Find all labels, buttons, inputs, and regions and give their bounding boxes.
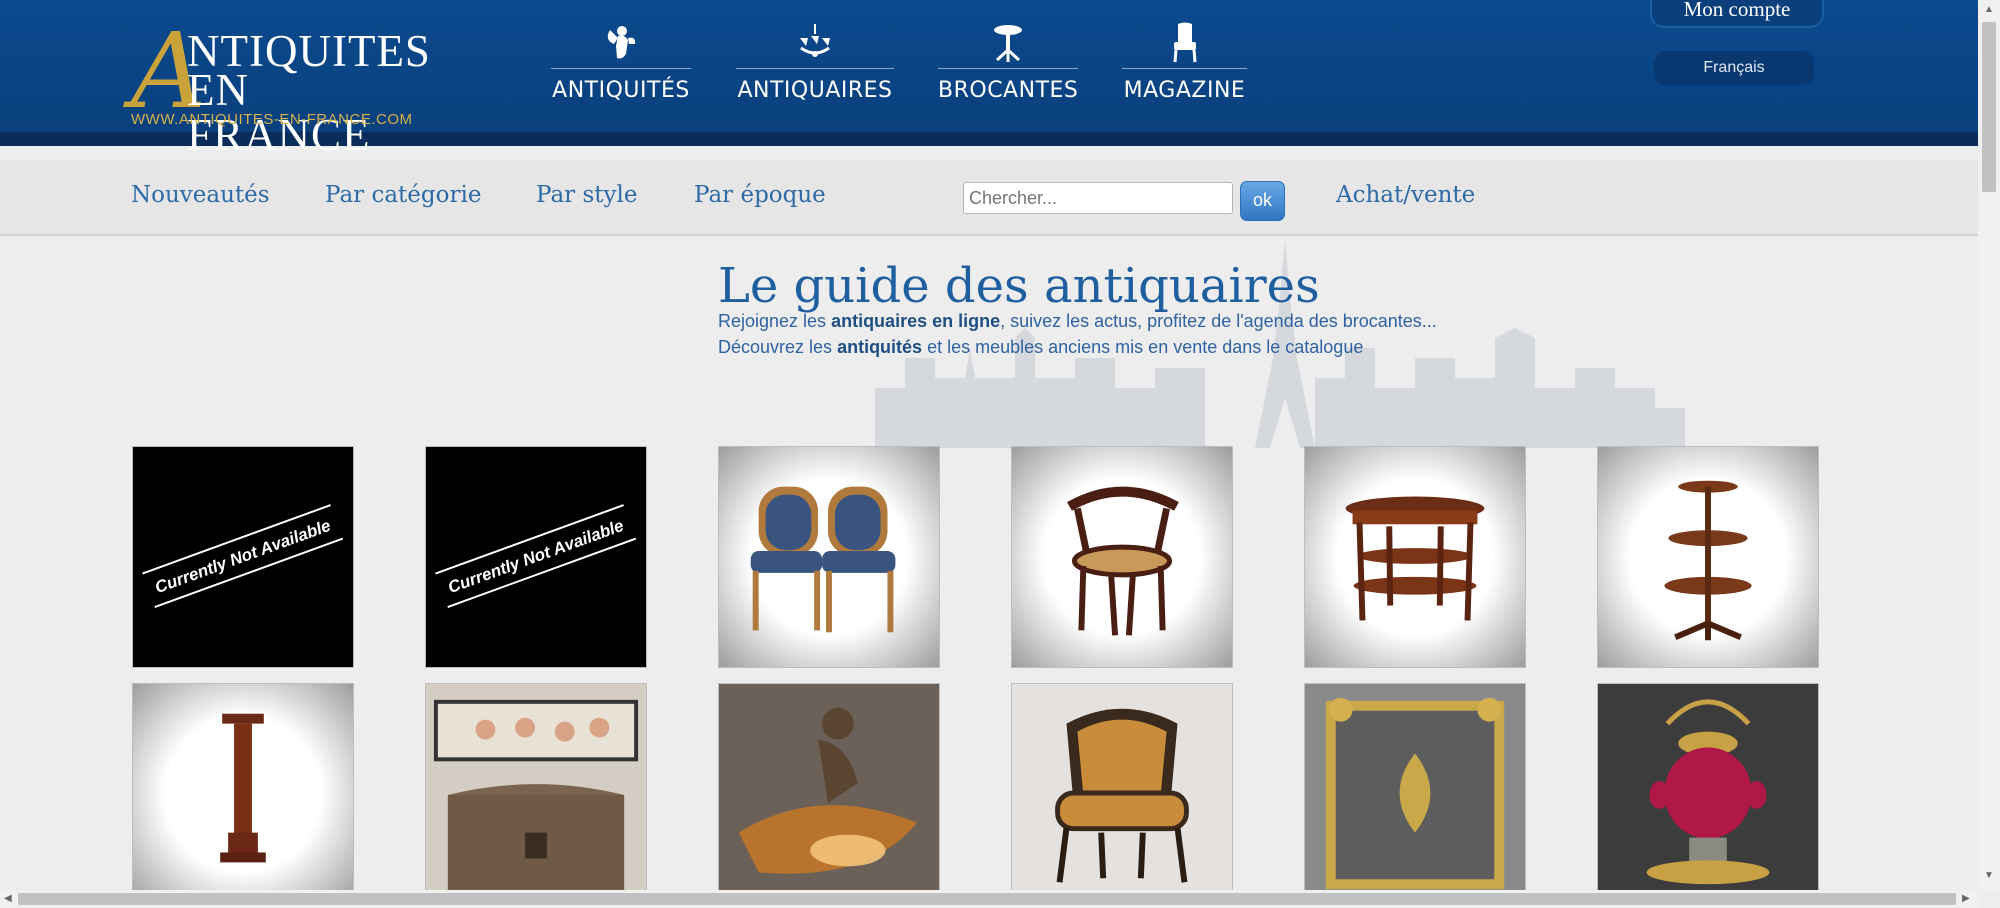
unavailable-placeholder: Currently Not Available bbox=[142, 504, 344, 608]
chandelier-icon bbox=[800, 24, 830, 57]
leather-armchair-image bbox=[1055, 708, 1189, 883]
account-button[interactable]: Mon compte bbox=[1650, 0, 1824, 28]
product-tile-column[interactable] bbox=[132, 683, 354, 905]
bronze-lamp-image bbox=[738, 707, 918, 874]
scroll-left-arrow-icon[interactable]: ◀ bbox=[4, 893, 12, 904]
subnav-par-epoque[interactable]: Par époque bbox=[694, 182, 826, 208]
dumbwaiter-image bbox=[1664, 480, 1752, 641]
nav-magazine[interactable]: MAGAZINE bbox=[1122, 22, 1247, 112]
nav-label: ANTIQUAIRES bbox=[737, 78, 893, 103]
vertical-scroll-thumb[interactable] bbox=[1982, 22, 1996, 192]
product-tile-tea-urn[interactable] bbox=[1597, 683, 1819, 905]
unavailable-placeholder: Currently Not Available bbox=[435, 504, 637, 608]
product-tile-unavailable[interactable]: Currently Not Available bbox=[425, 446, 647, 668]
logo-url: WWW.ANTIQUITES-EN-FRANCE.COM bbox=[131, 111, 413, 128]
product-tile-unavailable[interactable]: Currently Not Available bbox=[132, 446, 354, 668]
oval-table-image bbox=[1345, 496, 1485, 621]
language-selector[interactable]: Français bbox=[1654, 51, 1814, 85]
product-tile-dumbwaiter[interactable] bbox=[1597, 446, 1819, 668]
subnav-par-categorie[interactable]: Par catégorie bbox=[325, 182, 481, 208]
unavailable-overlay-text: Currently Not Available bbox=[152, 516, 333, 597]
tea-urn-image bbox=[1646, 699, 1770, 885]
subnav-nouveautes[interactable]: Nouveautés bbox=[131, 182, 270, 208]
product-tile-pair-of-chairs[interactable] bbox=[718, 446, 940, 668]
product-tile-fire-screen[interactable] bbox=[1304, 683, 1526, 905]
top-header: A NTIQUITES EN FRANCE WWW.ANTIQUITES-EN-… bbox=[0, 0, 1978, 158]
product-tile-cane-armchair[interactable] bbox=[1011, 446, 1233, 668]
angel-icon bbox=[607, 26, 636, 59]
product-tile-oval-table[interactable] bbox=[1304, 446, 1526, 668]
vertical-scrollbar[interactable]: ▲ ▼ bbox=[1978, 0, 2000, 890]
product-tile-bronze-lamp[interactable] bbox=[718, 683, 940, 905]
search-input[interactable] bbox=[963, 182, 1233, 214]
subnav-par-style[interactable]: Par style bbox=[536, 182, 637, 208]
scroll-right-arrow-icon[interactable]: ▶ bbox=[1962, 893, 1970, 904]
product-tile-chest[interactable] bbox=[425, 683, 647, 905]
search-ok-button[interactable]: ok bbox=[1240, 181, 1285, 221]
pair-of-chairs-image bbox=[750, 486, 896, 633]
nav-label: MAGAZINE bbox=[1123, 78, 1246, 103]
chest-with-painting-image bbox=[433, 699, 639, 904]
armchair-icon bbox=[1173, 22, 1196, 63]
horizontal-scroll-thumb[interactable] bbox=[18, 893, 1956, 905]
column-image bbox=[220, 713, 266, 863]
link-antiquites[interactable]: antiquités bbox=[837, 337, 922, 357]
horizontal-scrollbar[interactable]: ◀ ▶ bbox=[0, 890, 1978, 908]
intro-line-2: Découvrez les antiquités et les meubles … bbox=[718, 337, 1364, 357]
unavailable-overlay-text: Currently Not Available bbox=[445, 516, 626, 597]
intro-line-1: Rejoignez les antiquaires en ligne, suiv… bbox=[718, 311, 1437, 331]
link-antiquaires-en-ligne[interactable]: antiquaires en ligne bbox=[831, 311, 1000, 331]
secondary-nav: Nouveautés Par catégorie Par style Par é… bbox=[0, 160, 1978, 236]
scroll-down-arrow-icon[interactable]: ▼ bbox=[1984, 870, 1994, 881]
scroll-up-arrow-icon[interactable]: ▲ bbox=[1984, 4, 1994, 15]
nav-antiquaires[interactable]: ANTIQUAIRES bbox=[736, 22, 894, 112]
cane-armchair-image bbox=[1067, 486, 1179, 636]
product-tile-leather-armchair[interactable] bbox=[1011, 683, 1233, 905]
page-title: Le guide des antiquaires bbox=[718, 258, 1320, 314]
subnav-achat-vente[interactable]: Achat/vente bbox=[1336, 182, 1475, 208]
fire-screen-image bbox=[1325, 697, 1505, 890]
gueridon-table-icon bbox=[994, 25, 1022, 62]
nav-brocantes[interactable]: BROCANTES bbox=[938, 22, 1078, 112]
nav-label: BROCANTES bbox=[938, 78, 1079, 103]
nav-antiquites[interactable]: ANTIQUITÉS bbox=[551, 22, 691, 112]
site-logo[interactable]: A NTIQUITES EN FRANCE WWW.ANTIQUITES-EN-… bbox=[131, 19, 436, 158]
nav-label: ANTIQUITÉS bbox=[552, 78, 690, 103]
